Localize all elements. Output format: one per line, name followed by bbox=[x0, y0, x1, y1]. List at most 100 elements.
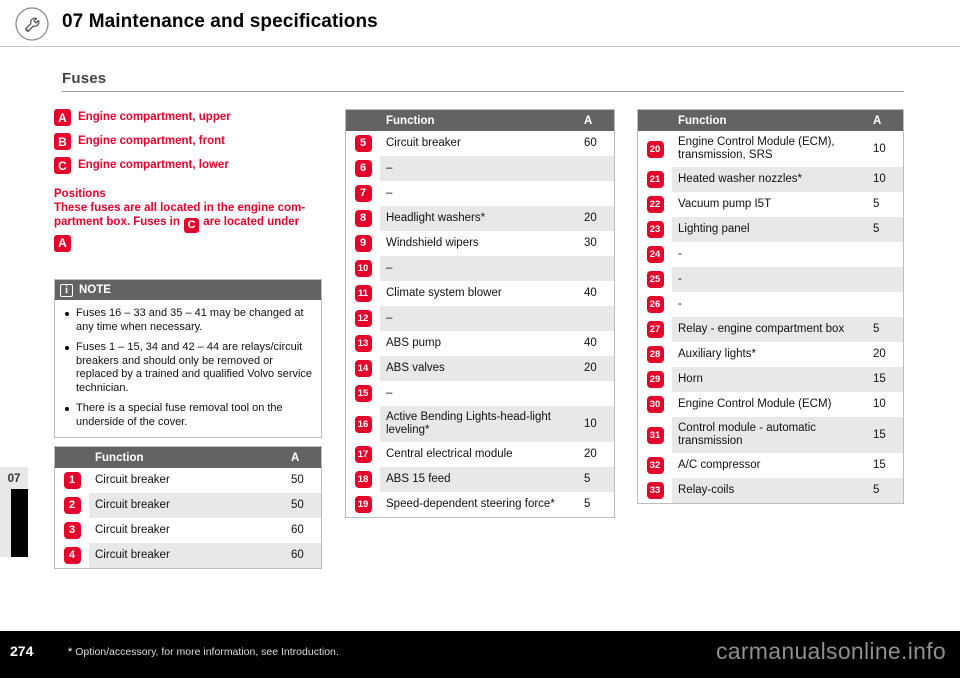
fuse-number-cell: 12 bbox=[346, 306, 380, 331]
table-row: 20 Engine Control Module (ECM), transmiss… bbox=[638, 131, 903, 167]
table-row: 16 Active Bending Lights-head-light level… bbox=[346, 406, 614, 442]
fuse-amps-cell bbox=[578, 256, 614, 281]
fuse-number-badge: 20 bbox=[646, 140, 664, 158]
fuse-amps-cell bbox=[578, 156, 614, 181]
fuse-amps-cell bbox=[867, 292, 903, 317]
fuse-amps-cell: 5 bbox=[867, 192, 903, 217]
fuse-table-right: Function A 20 Engine Control Module (ECM)… bbox=[637, 109, 904, 504]
fuse-number-cell: 6 bbox=[346, 156, 380, 181]
column-header-number bbox=[55, 447, 89, 468]
fuse-number-cell: 20 bbox=[638, 131, 672, 167]
fuse-number-cell: 22 bbox=[638, 192, 672, 217]
table-row: 24- bbox=[638, 242, 903, 267]
fuse-number-cell: 13 bbox=[346, 331, 380, 356]
fuse-function-cell: Circuit breaker bbox=[89, 518, 285, 543]
fuse-number-cell: 18 bbox=[346, 467, 380, 492]
fuse-function-cell: – bbox=[380, 181, 578, 206]
section-heading: Fuses bbox=[62, 70, 904, 92]
column-header-function: Function bbox=[89, 447, 285, 468]
legend-item-a: A Engine compartment, upper bbox=[54, 109, 334, 126]
fuse-function-cell: – bbox=[380, 381, 578, 406]
column-header-amps: A bbox=[578, 110, 614, 131]
note-box: i NOTE Fuses 16 – 33 and 35 – 41 may be … bbox=[54, 279, 322, 438]
note-item-text: There is a special fuse removal tool on … bbox=[76, 402, 283, 428]
table-row: 12– bbox=[346, 306, 614, 331]
fuse-number-badge: 13 bbox=[354, 335, 372, 352]
fuse-number-badge: 23 bbox=[646, 221, 664, 238]
fuse-amps-cell: 10 bbox=[578, 406, 614, 442]
table-row: 26- bbox=[638, 292, 903, 317]
fuse-number-cell: 3 bbox=[55, 518, 89, 543]
legend-badge-b: B bbox=[54, 133, 71, 150]
page-content: Fuses A Engine compartment, upper B Engi… bbox=[0, 47, 960, 631]
fuse-number-cell: 33 bbox=[638, 478, 672, 503]
column-header-amps: A bbox=[867, 110, 903, 131]
fuse-function-cell: Engine Control Module (ECM), transmissio… bbox=[672, 131, 867, 167]
fuse-number-badge: 10 bbox=[354, 260, 372, 277]
column-header-number bbox=[346, 110, 380, 131]
legend-badge-c: C bbox=[54, 157, 71, 174]
fuse-amps-cell: 5 bbox=[867, 478, 903, 503]
fuse-amps-cell: 5 bbox=[578, 467, 614, 492]
fuse-function-cell: Windshield wipers bbox=[380, 231, 578, 256]
fuse-number-cell: 9 bbox=[346, 231, 380, 256]
fuse-number-cell: 27 bbox=[638, 317, 672, 342]
table-row: 3 Circuit breaker 60 bbox=[55, 518, 321, 543]
fuse-number-badge: 32 bbox=[646, 457, 664, 474]
fuse-amps-cell: 40 bbox=[578, 331, 614, 356]
table-row: 15– bbox=[346, 381, 614, 406]
table-row: 5 Circuit breaker 60 bbox=[346, 131, 614, 156]
fuse-number-cell: 10 bbox=[346, 256, 380, 281]
table-row: 33 Relay-coils 5 bbox=[638, 478, 903, 503]
fuse-number-cell: 8 bbox=[346, 206, 380, 231]
fuse-function-cell: Central electrical module bbox=[380, 442, 578, 467]
note-item-text: Fuses 16 – 33 and 35 – 41 may be changed… bbox=[76, 307, 304, 333]
fuse-number-badge: 27 bbox=[646, 321, 664, 338]
table-row: 11 Climate system blower 40 bbox=[346, 281, 614, 306]
page-header: 07 Maintenance and specifications bbox=[0, 0, 960, 47]
fuse-number-badge: 29 bbox=[646, 371, 664, 388]
column-header-function: Function bbox=[672, 110, 867, 131]
legend-label-c: Engine compartment, lower bbox=[78, 159, 229, 171]
fuse-function-cell: Control module - automatic transmission bbox=[672, 417, 867, 453]
table-row: 32 A/C compressor 15 bbox=[638, 453, 903, 478]
fuse-amps-cell bbox=[867, 242, 903, 267]
table-header-row: Function A bbox=[55, 447, 321, 468]
note-list-item: There is a special fuse removal tool on … bbox=[63, 402, 313, 429]
fuse-amps-cell: 10 bbox=[867, 131, 903, 167]
fuse-number-badge: 17 bbox=[354, 446, 372, 463]
fuse-number-cell: 11 bbox=[346, 281, 380, 306]
column-header-function: Function bbox=[380, 110, 578, 131]
fuse-function-cell: Horn bbox=[672, 367, 867, 392]
fuse-number-cell: 24 bbox=[638, 242, 672, 267]
positions-inline-badge-c: C bbox=[184, 217, 200, 233]
legend-label-a: Engine compartment, upper bbox=[78, 111, 231, 123]
wrench-spanner-icon bbox=[14, 6, 50, 42]
fuse-function-cell: Circuit breaker bbox=[89, 543, 285, 568]
fuse-function-cell: Relay - engine compartment box bbox=[672, 317, 867, 342]
positions-text-line3: are located under bbox=[203, 216, 300, 228]
positions-badge-a: A bbox=[54, 234, 71, 252]
fuse-number-badge: 9 bbox=[354, 235, 372, 252]
fuse-number-cell: 30 bbox=[638, 392, 672, 417]
fuse-function-cell: - bbox=[672, 242, 867, 267]
fuse-amps-cell: 50 bbox=[285, 468, 321, 493]
legend-badge-a: A bbox=[54, 109, 71, 126]
fuse-number-badge: 14 bbox=[354, 360, 372, 377]
fuse-number-badge: 2 bbox=[63, 497, 81, 514]
fuse-amps-cell: 15 bbox=[867, 453, 903, 478]
column-header-number bbox=[638, 110, 672, 131]
fuse-function-cell: Circuit breaker bbox=[89, 493, 285, 518]
info-icon: i bbox=[60, 283, 73, 297]
page-footer: 274 * Option/accessory, for more informa… bbox=[0, 631, 960, 678]
fuse-table-left: Function A 1 Circuit breaker 50 2 Circuit br… bbox=[54, 446, 322, 569]
bullet-icon bbox=[65, 407, 69, 411]
fuse-number-badge: 18 bbox=[354, 471, 372, 488]
positions-text: These fuses are all located in the engin… bbox=[54, 201, 334, 252]
fuse-number-badge: 15 bbox=[354, 385, 372, 402]
fuse-number-cell: 31 bbox=[638, 417, 672, 453]
fuse-function-cell: Climate system blower bbox=[380, 281, 578, 306]
fuse-number-cell: 26 bbox=[638, 292, 672, 317]
fuse-number-cell: 2 bbox=[55, 493, 89, 518]
table-row: 1 Circuit breaker 50 bbox=[55, 468, 321, 493]
